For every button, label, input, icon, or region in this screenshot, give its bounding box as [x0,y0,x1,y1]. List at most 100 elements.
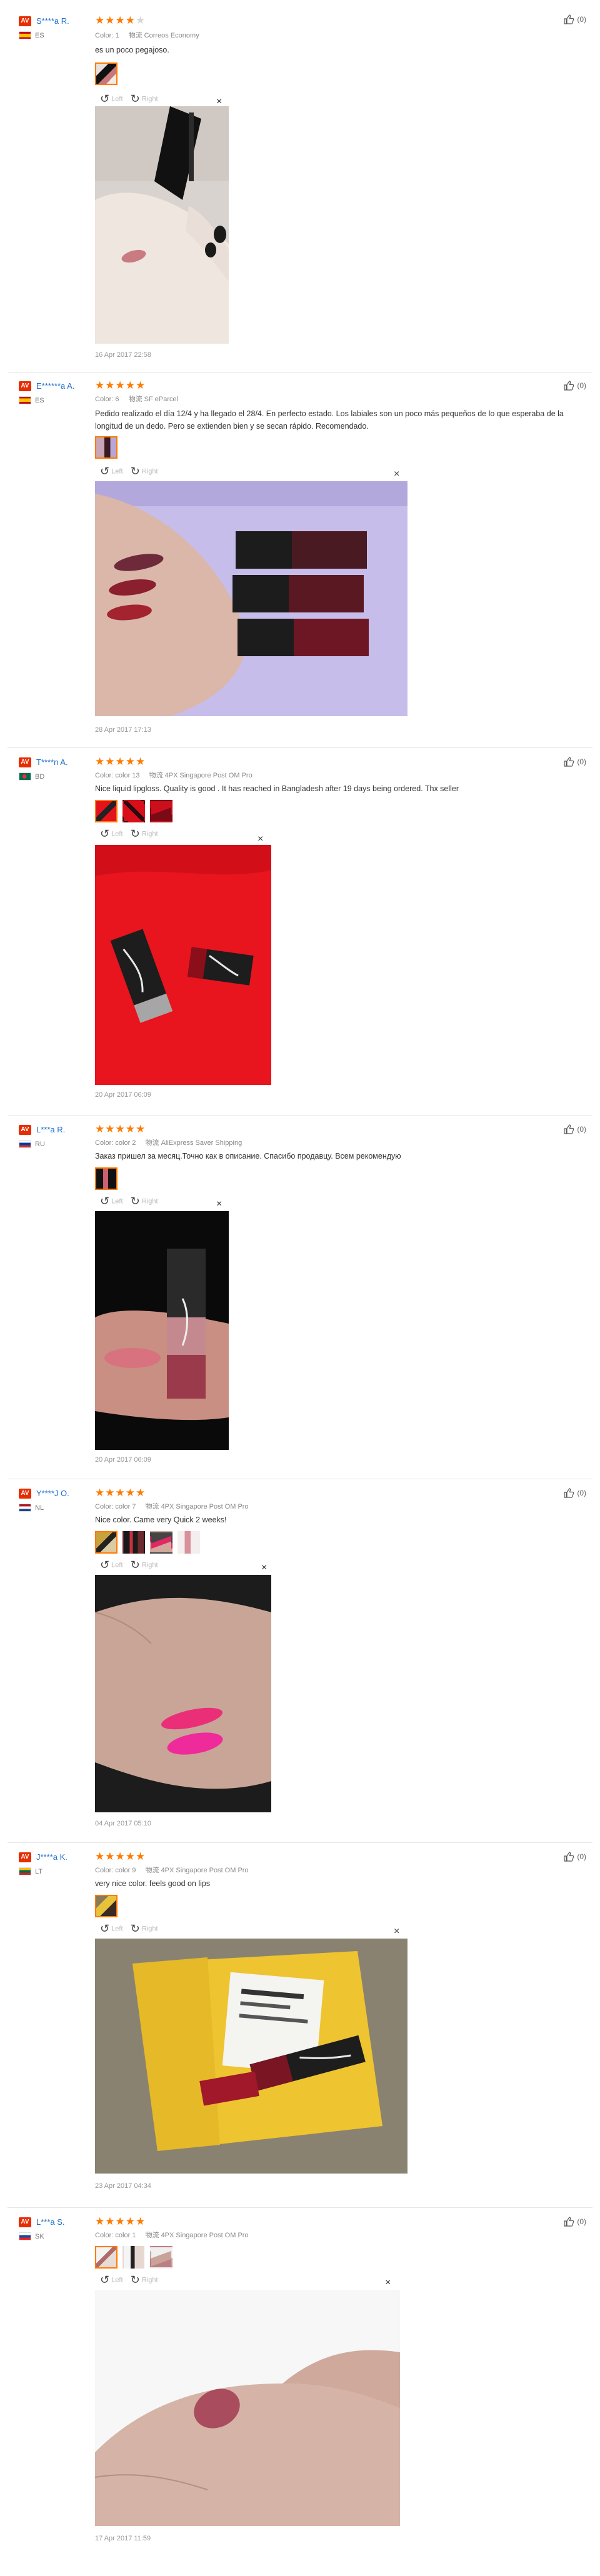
rotate-left-label[interactable]: Left [111,1197,122,1205]
photo-thumbnail[interactable] [150,1531,172,1554]
rotate-right-icon[interactable]: ↻ [131,465,140,477]
rotate-left-icon[interactable]: ↺ [100,92,109,105]
star-rating: ★★★★★ [95,756,146,767]
review-photo[interactable] [95,481,408,716]
review-photo[interactable] [95,1575,271,1812]
rotate-left-label[interactable]: Left [111,830,122,837]
photo-thumbnail[interactable] [122,800,145,822]
close-icon[interactable]: × [394,469,399,480]
photo-thumbnail[interactable] [150,2246,172,2269]
close-icon[interactable]: × [385,2277,391,2289]
color-label: Color: [95,1867,114,1874]
photo-thumbnail[interactable] [122,1531,145,1554]
photo-thumbnail[interactable] [95,1167,118,1190]
review-photo[interactable] [95,1211,229,1450]
country-flag-icon [19,1867,31,1875]
divider [8,1115,592,1116]
helpful-button[interactable]: (0) [563,756,586,767]
photo-thumbnail[interactable] [122,2246,145,2269]
helpful-button[interactable]: (0) [563,1851,586,1862]
rotate-left-icon[interactable]: ↺ [100,827,109,840]
close-icon[interactable]: × [394,1926,399,1937]
review-item: AV Y****J O. NL ★★★★★ Color: color 7 物流 … [0,1481,600,1845]
country-flag-icon [19,396,31,404]
rotate-right-label[interactable]: Right [142,95,158,102]
review-text: Nice color. Came very Quick 2 weeks! [95,1515,227,1524]
helpful-button[interactable]: (0) [563,380,586,391]
color-label: Color: [95,2232,114,2239]
rotate-right-icon[interactable]: ↻ [131,827,140,840]
rotate-right-label[interactable]: Right [142,2276,158,2284]
helpful-count: (0) [577,381,586,390]
rotate-right-label[interactable]: Right [142,467,158,475]
photo-thumbnail[interactable] [95,62,118,85]
country-flag-icon [19,1140,31,1148]
rotate-left-icon[interactable]: ↺ [100,465,109,477]
order-info: Color: color 9 物流 4PX Singapore Post OM … [95,1865,249,1875]
rotate-right-label[interactable]: Right [142,1197,158,1205]
reviewer-name[interactable]: L***a R. [36,1125,65,1134]
helpful-button[interactable]: (0) [563,14,586,25]
review-date: 23 Apr 2017 04:34 [95,2182,151,2190]
color-value: color 7 [115,1503,136,1510]
photo-thumbnail[interactable] [95,2246,118,2269]
rotate-right-icon[interactable]: ↻ [131,92,140,105]
thumbs-up-icon [564,14,574,24]
review-item: AV J****a K. LT ★★★★★ Color: color 9 物流 … [0,1845,600,2210]
review-item: AV L***a R. RU ★★★★★ Color: color 2 物流 A… [0,1117,600,1481]
color-value: color 13 [115,772,140,779]
color-label: Color: [95,32,114,39]
rotate-right-label[interactable]: Right [142,830,158,837]
photo-thumbnail[interactable] [95,436,118,459]
reviewer-name[interactable]: L***a S. [36,2217,65,2227]
rotate-right-label[interactable]: Right [142,1925,158,1932]
rotate-left-label[interactable]: Left [111,467,122,475]
review-item: AV S****a R. ES ★★★★★ Color: 1 物流 Correo… [0,0,600,375]
photo-thumbnail[interactable] [150,800,172,822]
close-icon[interactable]: × [258,834,263,845]
reviewer-name[interactable]: E******a A. [36,381,74,391]
rotate-left-label[interactable]: Left [111,2276,122,2284]
color-value: color 2 [115,1139,136,1147]
rotate-right-icon[interactable]: ↻ [131,2274,140,2286]
rotate-left-icon[interactable]: ↺ [100,2274,109,2286]
helpful-button[interactable]: (0) [563,2216,586,2227]
rotate-right-icon[interactable]: ↻ [131,1922,140,1935]
rotate-left-label[interactable]: Left [111,1925,122,1932]
rotate-left-label[interactable]: Left [111,1561,122,1569]
shipping-icon: 物流 [145,1139,159,1147]
photo-thumbnail[interactable] [95,1531,118,1554]
review-item: AV E******a A. ES ★★★★★ Color: 6 物流 SF e… [0,375,600,750]
shipping-icon: 物流 [128,32,142,39]
rotate-right-label[interactable]: Right [142,1561,158,1569]
reviewer-name[interactable]: T****n A. [36,757,68,767]
reviewer-name[interactable]: S****a R. [36,16,69,26]
photo-thumbnail[interactable] [95,800,118,822]
review-photo[interactable] [95,2290,400,2526]
rotate-right-icon[interactable]: ↻ [131,1195,140,1207]
review-photo[interactable] [95,106,229,344]
rotate-left-label[interactable]: Left [111,95,122,102]
rotate-left-icon[interactable]: ↺ [100,1559,109,1571]
country-code: RU [35,1141,45,1148]
image-controls: ↺ Left ↻ Right [100,2274,158,2287]
rotate-left-icon[interactable]: ↺ [100,1922,109,1935]
reviewer-name[interactable]: J****a K. [36,1852,68,1862]
reviewer-name[interactable]: Y****J O. [36,1489,69,1498]
rotate-right-icon[interactable]: ↻ [131,1559,140,1571]
color-label: Color: [95,396,114,403]
photo-thumbnails [95,800,172,825]
photo-thumbnail[interactable] [178,1531,200,1554]
close-icon[interactable]: × [216,1199,222,1210]
review-photo[interactable] [95,845,271,1085]
rotate-left-icon[interactable]: ↺ [100,1195,109,1207]
close-icon[interactable]: × [261,1562,267,1574]
review-photo-image [95,1211,229,1450]
photo-thumbnail[interactable] [95,1895,118,1917]
review-photo[interactable] [95,1939,408,2174]
helpful-button[interactable]: (0) [563,1124,586,1135]
helpful-button[interactable]: (0) [563,1487,586,1499]
review-photo-image [95,106,229,344]
image-controls: ↺ Left ↻ Right [100,1195,158,1208]
color-value: 6 [115,396,119,403]
